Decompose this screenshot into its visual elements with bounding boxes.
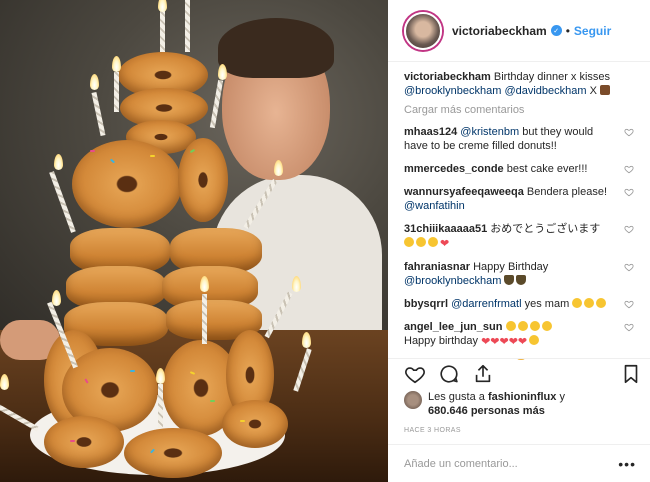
heart-eyes-emoji-icon bbox=[517, 321, 528, 331]
heart-eyes-emoji-icon bbox=[584, 298, 595, 308]
comment-text: yes mam bbox=[524, 298, 570, 310]
add-comment-input[interactable] bbox=[404, 457, 619, 470]
comment-text: Happy birthday bbox=[404, 335, 478, 347]
laugh-emoji-icon bbox=[428, 237, 438, 247]
load-more-comments-button[interactable]: Cargar más comentarios bbox=[404, 104, 636, 116]
likes-text: Les gusta a fashioninflux y 680.646 pers… bbox=[428, 390, 565, 418]
separator-dot: • bbox=[565, 23, 570, 38]
post-header: victoriabeckham ✓ • Seguir bbox=[388, 0, 650, 62]
heart-eyes-emoji-icon bbox=[505, 321, 516, 331]
post-photo[interactable] bbox=[0, 0, 388, 482]
party-emoji-icon bbox=[504, 275, 515, 285]
comment-username[interactable]: bbysqrrl bbox=[404, 298, 448, 310]
caption-suffix: X bbox=[589, 85, 597, 97]
heart-eyes-emoji-icon bbox=[529, 335, 540, 345]
comment-mention[interactable]: @wanfatihin bbox=[404, 200, 465, 212]
comment-username[interactable]: fahraniasnar bbox=[404, 261, 470, 273]
follow-button[interactable]: Seguir bbox=[574, 24, 611, 38]
post-side-panel: victoriabeckham ✓ • Seguir victoriabeckh… bbox=[388, 0, 650, 482]
comment-username[interactable]: mmercedes_conde bbox=[404, 163, 504, 175]
comment-username[interactable]: 31chiiikaaaaa51 bbox=[404, 223, 487, 235]
grin-emoji-icon bbox=[404, 237, 414, 247]
add-comment-bar: ••• bbox=[388, 444, 650, 482]
comment-item: wannursyafeeqaweeqa Bendera please! @wan… bbox=[404, 185, 636, 213]
comment-item: fahraniasnar Happy Birthday @brooklynbec… bbox=[404, 260, 636, 288]
likes-count[interactable]: 680.646 bbox=[428, 405, 468, 417]
save-bookmark-icon[interactable] bbox=[620, 363, 642, 385]
likes-prefix: Les gusta a bbox=[428, 391, 485, 403]
like-comment-heart-icon[interactable] bbox=[624, 262, 634, 272]
verified-badge-icon: ✓ bbox=[550, 25, 562, 36]
like-comment-heart-icon[interactable] bbox=[624, 322, 634, 332]
post-actions-bar bbox=[388, 358, 650, 386]
comment-text: best cake ever!!! bbox=[506, 163, 588, 175]
comment-text: Bendera please! bbox=[526, 186, 608, 198]
comment-item: bbysqrrl @darrenfrmatl yes mam bbox=[404, 297, 636, 311]
likes-suffix[interactable]: personas más bbox=[471, 405, 545, 417]
heart-eyes-emoji-icon bbox=[541, 321, 552, 331]
author-username[interactable]: victoriabeckham bbox=[452, 24, 547, 38]
like-comment-heart-icon[interactable] bbox=[624, 127, 634, 137]
comment-mention[interactable]: @brooklynbeckham bbox=[404, 275, 501, 287]
comment-text: Happy Birthday bbox=[473, 261, 549, 273]
heart-eyes-emoji-icon bbox=[529, 321, 540, 331]
like-comment-heart-icon[interactable] bbox=[624, 164, 634, 174]
photo-person-hair bbox=[218, 18, 334, 78]
caption-text: Birthday dinner x kisses bbox=[493, 71, 611, 83]
comment-item: mhaas124 @kristenbm but they would have … bbox=[404, 125, 636, 153]
comments-list[interactable]: victoriabeckham Birthday dinner x kisses… bbox=[404, 70, 636, 360]
caption-mention[interactable]: @davidbeckham bbox=[504, 85, 586, 97]
more-options-icon[interactable]: ••• bbox=[618, 456, 636, 472]
heart-eyes-emoji-icon bbox=[596, 298, 607, 308]
share-icon[interactable] bbox=[472, 363, 494, 385]
likes-summary: Les gusta a fashioninflux y 680.646 pers… bbox=[404, 390, 636, 418]
like-comment-heart-icon[interactable] bbox=[624, 187, 634, 197]
comment-item: mmercedes_conde best cake ever!!! bbox=[404, 162, 636, 176]
heart-emoji-icon: ❤ bbox=[440, 238, 450, 250]
like-comment-heart-icon[interactable] bbox=[624, 299, 634, 309]
comment-mention[interactable]: @darrenfrmatl bbox=[451, 298, 521, 310]
comment-bubble-icon[interactable] bbox=[438, 363, 460, 385]
heart-emoji-icon: ❤❤❤❤❤ bbox=[481, 336, 528, 348]
heart-eyes-emoji-icon bbox=[572, 298, 583, 308]
like-heart-icon[interactable] bbox=[404, 363, 426, 385]
post-caption: victoriabeckham Birthday dinner x kisses… bbox=[404, 70, 636, 98]
liker-username[interactable]: fashioninflux bbox=[488, 391, 556, 403]
comment-username[interactable]: angel_lee_jun_sun bbox=[404, 321, 502, 333]
likes-connector: y bbox=[559, 391, 565, 403]
comment-item: angel_lee_jun_sun Happy birthday ❤❤❤❤❤ bbox=[404, 320, 636, 349]
comment-mention[interactable]: @kristenbm bbox=[460, 126, 519, 138]
caption-mention[interactable]: @brooklynbeckham bbox=[404, 85, 501, 97]
smile-emoji-icon bbox=[416, 237, 426, 247]
party-emoji-icon bbox=[516, 275, 527, 285]
caption-username[interactable]: victoriabeckham bbox=[404, 71, 491, 83]
post-timestamp[interactable]: HACE 3 HORAS bbox=[404, 427, 461, 434]
chocolate-emoji-icon bbox=[600, 85, 611, 95]
author-avatar[interactable] bbox=[404, 11, 442, 50]
comment-username[interactable]: wannursyafeeqaweeqa bbox=[404, 186, 524, 198]
like-comment-heart-icon[interactable] bbox=[624, 224, 634, 234]
comment-username[interactable]: mhaas124 bbox=[404, 126, 457, 138]
comment-text: おめでとうございます bbox=[490, 223, 601, 235]
comment-item: 31chiiikaaaaa51 おめでとうございます ❤ bbox=[404, 222, 636, 251]
liker-avatar[interactable] bbox=[404, 391, 422, 409]
